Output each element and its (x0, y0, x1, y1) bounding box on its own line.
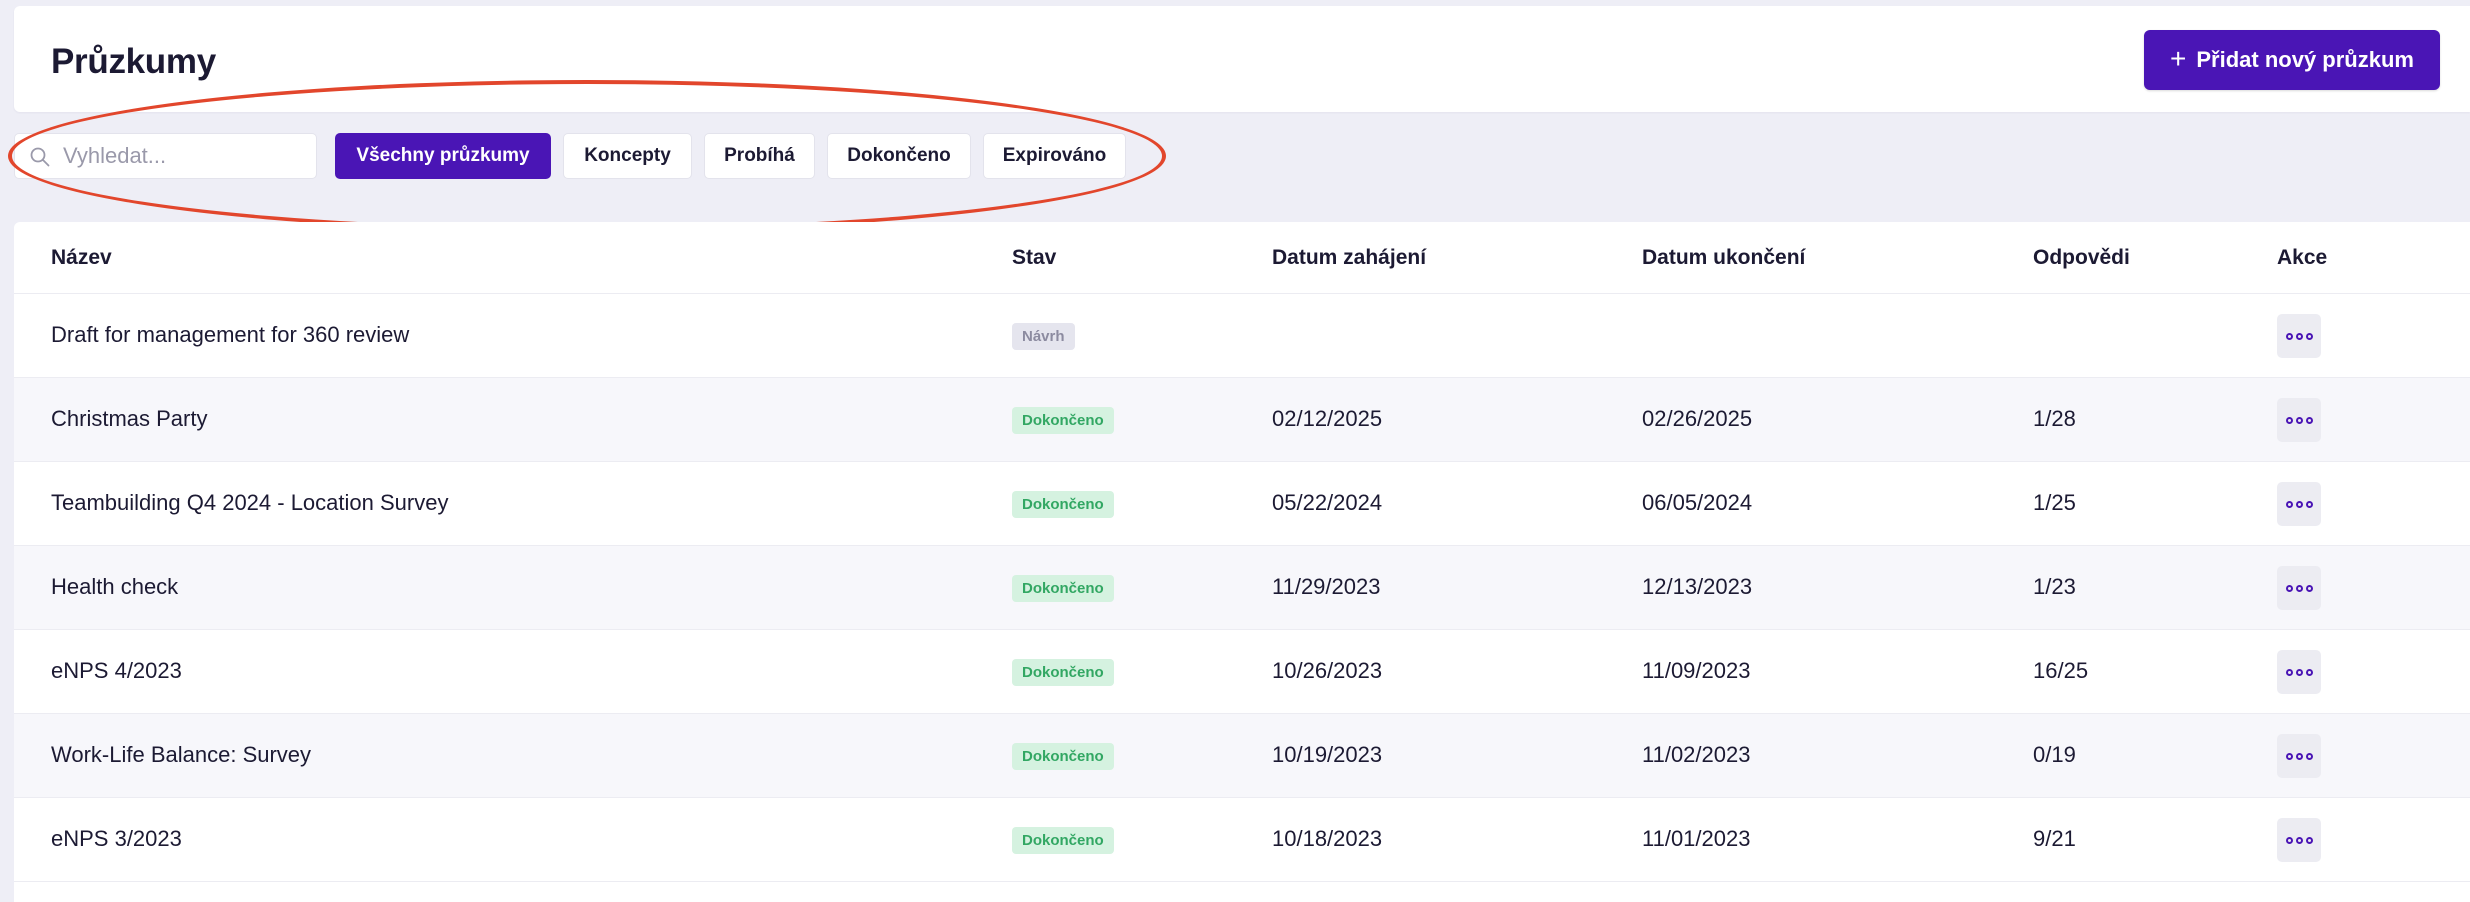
row-actions-button[interactable] (2277, 650, 2321, 694)
responses-count: 1/23 (2033, 574, 2076, 599)
survey-name[interactable]: Christmas Party (51, 406, 207, 432)
column-name[interactable]: Název (51, 246, 112, 270)
more-icon (2295, 836, 2303, 844)
status-badge: Dokončeno (1012, 491, 1114, 518)
filter-drafts[interactable]: Koncepty (563, 133, 692, 179)
survey-name[interactable]: Teambuilding Q4 2024 - Location Survey (51, 490, 448, 516)
more-icon (2285, 332, 2293, 340)
more-icon (2295, 584, 2303, 592)
status-badge: Dokončeno (1012, 827, 1114, 854)
column-status[interactable]: Stav (1012, 246, 1056, 270)
responses-count: 1/28 (2033, 406, 2076, 431)
more-icon (2285, 752, 2293, 760)
more-icon (2305, 416, 2313, 424)
status-badge: Dokončeno (1012, 407, 1114, 434)
column-end-date[interactable]: Datum ukončení (1642, 246, 1805, 270)
table-row[interactable]: eNPS 4/2023 Dokončeno 10/26/2023 11/09/2023… (14, 630, 2470, 714)
survey-name[interactable]: Draft for management for 360 review (51, 322, 409, 348)
start-date: 10/26/2023 (1272, 658, 1383, 683)
end-date: 12/13/2023 (1642, 574, 1753, 599)
table-row[interactable]: Christmas Party Dokončeno 02/12/2025 02/26/… (14, 378, 2470, 462)
column-responses[interactable]: Odpovědi (2033, 246, 2130, 270)
more-icon (2305, 500, 2313, 508)
page-title: Průzkumy (51, 42, 216, 81)
start-date: 11/29/2023 (1272, 574, 1381, 599)
page-header: Průzkumy + Přidat nový průzkum (14, 6, 2470, 112)
row-actions-button[interactable] (2277, 314, 2321, 358)
table-row[interactable]: Work-Life Balance: Survey Dokončeno 10/19/… (14, 714, 2470, 798)
filter-bar: Všechny průzkumy Koncepty Probíhá Dokonč… (0, 120, 1200, 232)
survey-name[interactable]: Health check (51, 574, 178, 600)
more-icon (2285, 584, 2293, 592)
start-date: 02/12/2025 (1272, 406, 1383, 431)
table-row[interactable]: eNPS 3/2023 Dokončeno 10/18/2023 11/01/2023… (14, 798, 2470, 882)
survey-name[interactable]: Work-Life Balance: Survey (51, 742, 311, 768)
more-icon (2295, 416, 2303, 424)
status-badge: Dokončeno (1012, 743, 1114, 770)
more-icon (2295, 752, 2303, 760)
table-header: Název Stav Datum zahájení Datum ukončení… (14, 222, 2470, 294)
add-survey-label: Přidat nový průzkum (2196, 47, 2414, 72)
more-icon (2305, 752, 2313, 760)
filter-in-progress[interactable]: Probíhá (704, 133, 815, 179)
more-icon (2295, 332, 2303, 340)
start-date: 10/19/2023 (1272, 742, 1383, 767)
column-start-date[interactable]: Datum zahájení (1272, 246, 1426, 270)
filter-all-surveys[interactable]: Všechny průzkumy (335, 133, 551, 179)
plus-icon: + (2170, 42, 2187, 74)
add-survey-button[interactable]: + Přidat nový průzkum (2144, 30, 2440, 90)
survey-name[interactable]: eNPS 4/2023 (51, 658, 182, 684)
start-date: 05/22/2024 (1272, 490, 1383, 515)
survey-name[interactable]: eNPS 3/2023 (51, 826, 182, 852)
responses-count: 1/25 (2033, 490, 2076, 515)
table-row[interactable]: Health check Dokončeno 11/29/2023 12/13/202… (14, 546, 2470, 630)
more-icon (2305, 584, 2313, 592)
row-actions-button[interactable] (2277, 482, 2321, 526)
responses-count: 9/21 (2033, 826, 2076, 851)
start-date: 10/18/2023 (1272, 826, 1383, 851)
search-icon (30, 147, 50, 167)
end-date: 02/26/2025 (1642, 406, 1753, 431)
more-icon (2285, 836, 2293, 844)
more-icon (2305, 332, 2313, 340)
end-date: 06/05/2024 (1642, 490, 1753, 515)
search-box[interactable] (14, 133, 317, 179)
row-actions-button[interactable] (2277, 566, 2321, 610)
status-badge: Dokončeno (1012, 659, 1114, 686)
more-icon (2285, 668, 2293, 676)
status-badge: Návrh (1012, 323, 1075, 350)
end-date: 11/01/2023 (1642, 826, 1751, 851)
row-actions-button[interactable] (2277, 734, 2321, 778)
search-input[interactable] (63, 140, 308, 172)
more-icon (2305, 668, 2313, 676)
responses-count: 16/25 (2033, 658, 2089, 683)
more-icon (2305, 836, 2313, 844)
more-icon (2285, 500, 2293, 508)
surveys-table: Název Stav Datum zahájení Datum ukončení… (14, 222, 2470, 902)
row-actions-button[interactable] (2277, 398, 2321, 442)
table-row[interactable]: Draft for management for 360 review Návrh (14, 294, 2470, 378)
status-badge: Dokončeno (1012, 575, 1114, 602)
row-actions-button[interactable] (2277, 818, 2321, 862)
table-row[interactable]: Teambuilding Q4 2024 - Location Survey Do… (14, 462, 2470, 546)
more-icon (2295, 668, 2303, 676)
end-date: 11/09/2023 (1642, 658, 1751, 683)
column-actions: Akce (2277, 246, 2328, 269)
filter-completed[interactable]: Dokončeno (827, 133, 971, 179)
more-icon (2285, 416, 2293, 424)
responses-count: 0/19 (2033, 742, 2076, 767)
end-date: 11/02/2023 (1642, 742, 1751, 767)
filter-expired[interactable]: Expirováno (983, 133, 1126, 179)
more-icon (2295, 500, 2303, 508)
